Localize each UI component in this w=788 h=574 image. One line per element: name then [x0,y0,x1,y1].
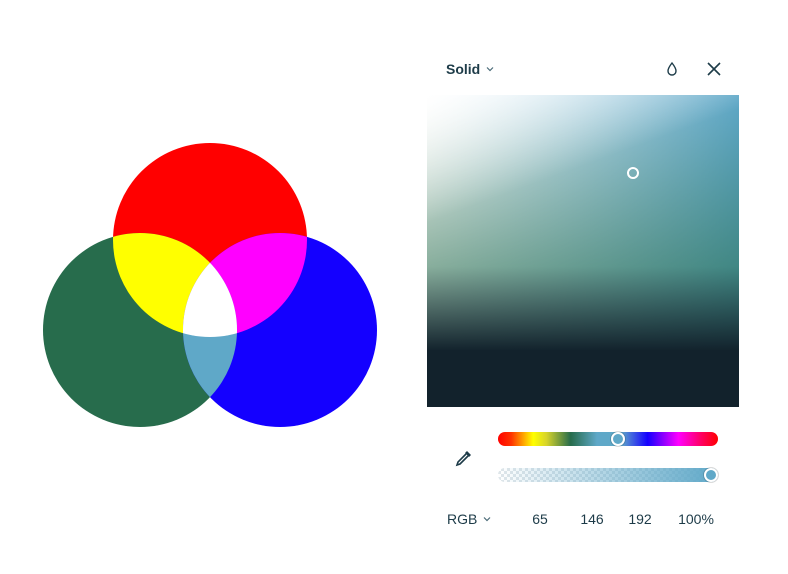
sv-overlay-tint [427,95,739,407]
fill-type-label: Solid [446,61,481,77]
droplet-icon[interactable] [660,57,684,81]
opacity-slider[interactable] [498,468,718,482]
color-format-dropdown[interactable]: RGB [447,511,492,527]
color-values-row: RGB 65 146 192 100% [426,508,742,530]
red-value-field[interactable]: 65 [520,511,560,527]
hue-slider[interactable] [498,432,718,446]
close-icon[interactable] [702,57,726,81]
chevron-down-icon [486,67,494,72]
green-value-field[interactable]: 146 [572,511,612,527]
color-venn-diagram [43,143,377,427]
fill-type-dropdown[interactable]: Solid [446,58,495,80]
opacity-slider-handle[interactable] [704,468,718,482]
opacity-gradient [498,468,718,482]
opacity-value-field[interactable]: 100% [672,511,720,527]
color-picker-panel: Solid RGB 65 146 192 100% [426,50,742,550]
blue-value-field[interactable]: 192 [620,511,660,527]
chevron-down-icon [483,517,491,522]
color-format-label: RGB [447,511,478,527]
saturation-brightness-handle[interactable] [626,167,639,179]
saturation-brightness-area[interactable] [427,95,739,407]
hue-slider-handle[interactable] [611,432,626,446]
picker-toolbar: Solid [426,50,742,90]
eyedropper-icon[interactable] [452,446,476,470]
